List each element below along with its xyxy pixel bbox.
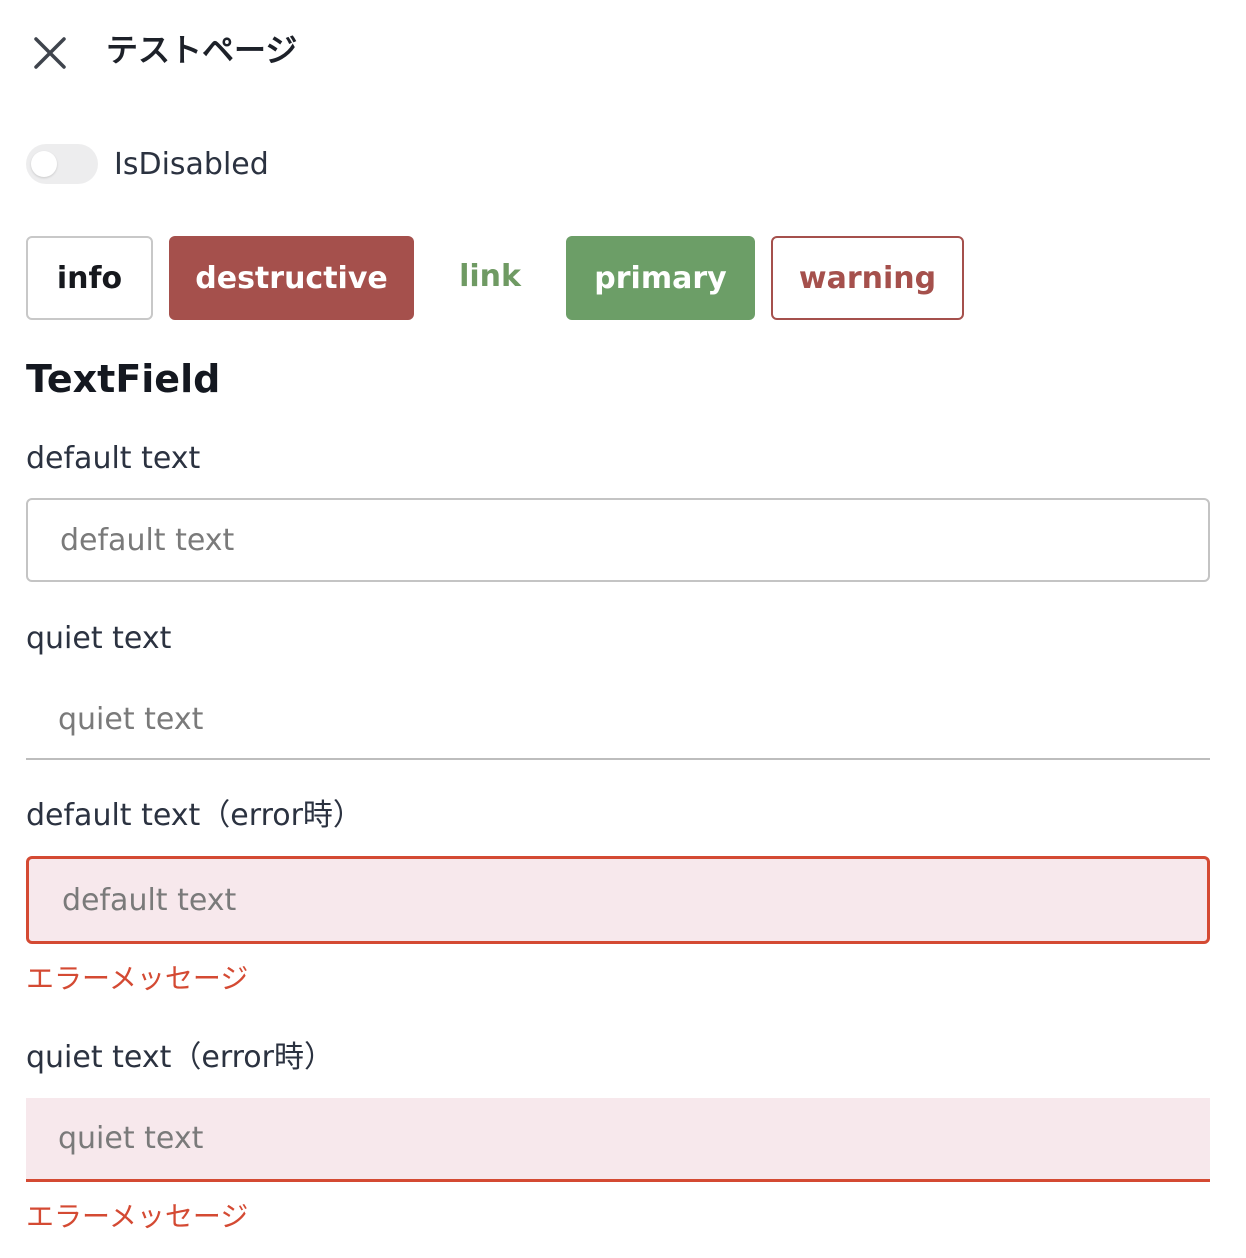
quiet-error-text-input[interactable] [26,1098,1210,1182]
default-error-message: エラーメッセージ [26,962,249,995]
default-field-label: default text [26,441,201,476]
section-title: TextField [26,357,221,401]
default-error-field-label: default text（error時） [26,798,363,833]
destructive-button[interactable]: destructive [169,236,414,320]
warning-button[interactable]: warning [771,236,964,320]
default-text-input[interactable] [26,498,1210,582]
page-title: テストページ [106,31,298,69]
primary-button[interactable]: primary [566,236,755,320]
default-error-text-input[interactable] [26,856,1210,944]
link-button[interactable]: link [440,236,540,316]
toggle-knob [31,151,57,177]
toggle-label: IsDisabled [114,147,269,182]
quiet-error-field-label: quiet text（error時） [26,1040,334,1075]
quiet-error-message: エラーメッセージ [26,1200,249,1233]
close-icon[interactable] [30,33,70,73]
info-button[interactable]: info [26,236,153,320]
quiet-field-label: quiet text [26,621,172,656]
quiet-text-input[interactable] [26,680,1210,760]
is-disabled-toggle[interactable] [26,144,98,184]
